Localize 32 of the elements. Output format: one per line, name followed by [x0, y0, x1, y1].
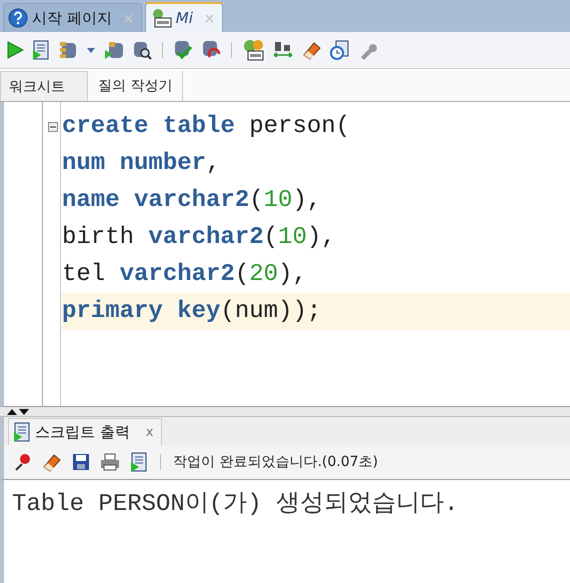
worksheet-tab[interactable]: 질의 작성기 [88, 71, 184, 101]
script-run-icon[interactable] [130, 452, 148, 472]
splitter-arrows-icon[interactable] [6, 408, 30, 416]
database-icon[interactable] [58, 40, 78, 60]
script-run-icon[interactable] [32, 40, 50, 60]
document-tab[interactable]: 시작 페이지 [3, 3, 142, 32]
document-tab[interactable]: Mi [144, 2, 223, 32]
code-line: create table person( [62, 112, 352, 142]
clock-document-icon[interactable] [330, 40, 350, 60]
help-icon [8, 8, 28, 28]
code-line: birth varchar2(10), [62, 223, 337, 253]
sql-star-icon[interactable] [242, 39, 264, 61]
pin-icon[interactable] [14, 453, 32, 471]
eraser-icon[interactable] [42, 452, 62, 472]
status-message: 작업이 완료되었습니다.(0.07초) [173, 453, 378, 471]
database-undo-icon[interactable] [201, 40, 221, 60]
output-line: Table PERSON이(가) 생성되었습니다. [12, 490, 460, 518]
worksheet-tab[interactable]: 워크시트 [0, 71, 88, 101]
print-icon[interactable] [100, 453, 120, 471]
code-line: tel varchar2(20), [62, 260, 308, 290]
database-run-icon[interactable] [104, 40, 124, 60]
eraser-icon[interactable] [302, 40, 322, 60]
script-run-icon [13, 422, 31, 442]
database-check-icon[interactable] [173, 40, 193, 60]
run-icon[interactable] [6, 41, 24, 59]
output-tab[interactable]: 스크립트 출력 x [8, 418, 162, 445]
close-button[interactable]: x [146, 424, 154, 440]
database-search-icon[interactable] [132, 40, 152, 60]
fold-icon[interactable] [48, 122, 58, 132]
code-line: num number, [62, 149, 222, 179]
code-line: name varchar2(10), [62, 186, 322, 216]
save-icon[interactable] [72, 453, 90, 471]
